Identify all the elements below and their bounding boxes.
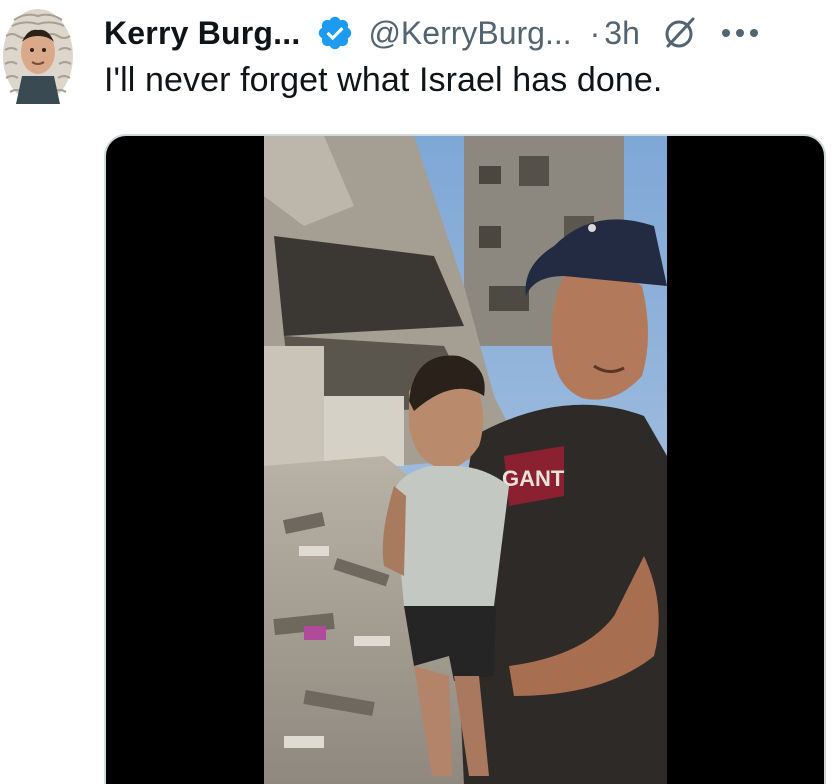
grok-icon[interactable]: [662, 15, 698, 51]
author-display-name[interactable]: Kerry Burg...: [104, 15, 300, 52]
video-thumbnail[interactable]: GANT: [264, 136, 667, 784]
media-card[interactable]: GANT: [104, 134, 826, 784]
timestamp[interactable]: 3h: [604, 15, 640, 52]
tweet-text: I'll never forget what Israel has done.: [104, 61, 663, 99]
shirt-logo-text: GANT: [502, 466, 565, 491]
time-separator: ·: [589, 14, 601, 51]
tweet-header: Kerry Burg... @KerryBurg... · 3h: [104, 10, 760, 56]
avatar[interactable]: [2, 6, 74, 104]
author-handle[interactable]: @KerryBurg...: [368, 15, 571, 52]
video-thumbnail-image: GANT: [264, 136, 667, 784]
judge-wig-avatar-icon: [3, 9, 73, 104]
verified-badge-icon[interactable]: [316, 14, 354, 52]
more-icon[interactable]: [720, 26, 760, 40]
